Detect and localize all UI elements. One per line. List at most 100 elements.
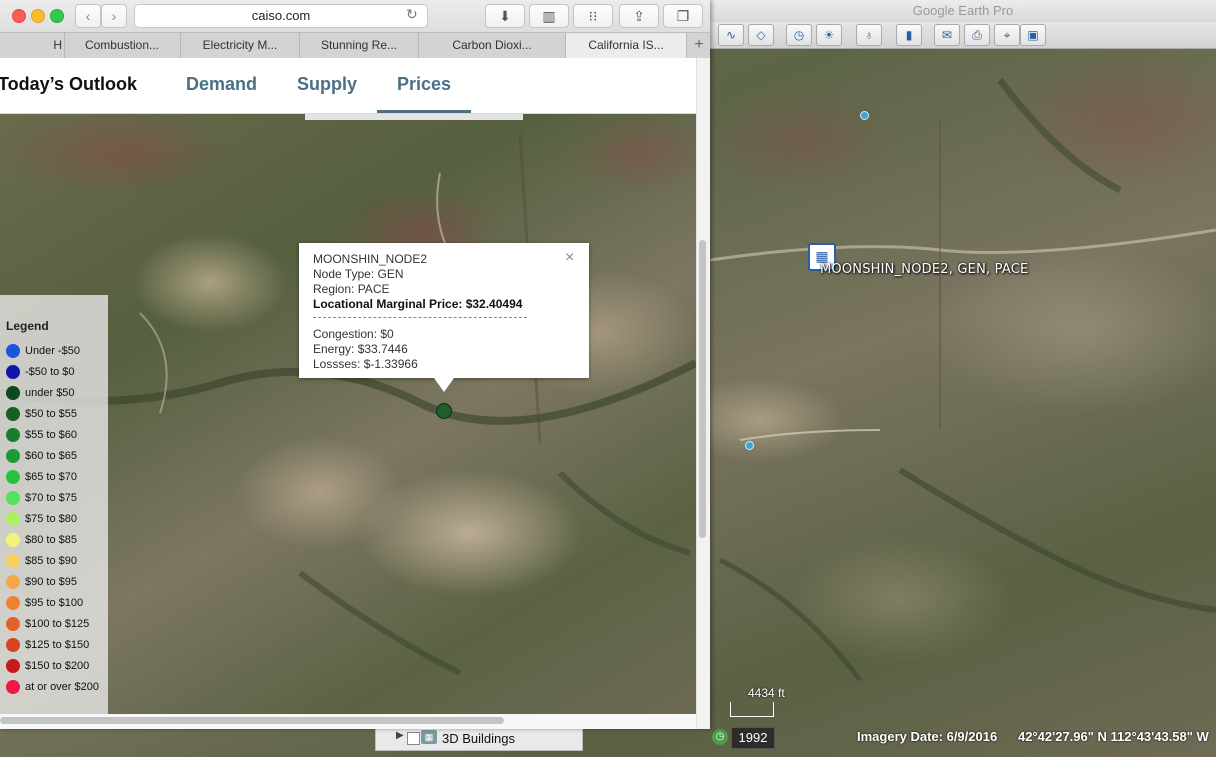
tab[interactable]: Stunning Re... xyxy=(300,33,419,58)
legend-label: at or over $200 xyxy=(25,681,99,693)
legend-label: $85 to $90 xyxy=(25,555,77,567)
address-bar[interactable]: caiso.com xyxy=(134,4,428,28)
legend-swatch xyxy=(6,470,20,484)
maps-icon[interactable]: ⌖ xyxy=(994,24,1020,46)
price-map[interactable]: Legend Under -$50 -$50 to $0 under $50 $50 … xyxy=(0,113,696,729)
popup-node-type: Node Type: GEN xyxy=(313,267,404,281)
tab-label: Stunning Re... xyxy=(320,38,398,52)
tab-active[interactable]: California IS... xyxy=(566,33,687,58)
zoom-window-icon[interactable] xyxy=(50,9,64,23)
legend-swatch xyxy=(6,449,20,463)
legend-swatch xyxy=(6,428,20,442)
nav-supply[interactable]: Supply xyxy=(297,74,357,95)
legend-title: Legend xyxy=(6,319,49,333)
legend-swatch xyxy=(6,491,20,505)
scale-label: 4434 ft xyxy=(748,686,785,700)
node-marker[interactable] xyxy=(436,403,452,419)
popup-congestion: Congestion: $0 xyxy=(313,327,394,341)
legend-label: $55 to $60 xyxy=(25,429,77,441)
page-nav: Today’s Outlook Demand Supply Prices xyxy=(0,58,696,114)
legend-label: $90 to $95 xyxy=(25,576,77,588)
back-button[interactable]: ‹ xyxy=(75,4,101,28)
legend-swatch xyxy=(6,344,20,358)
legend-label: $125 to $150 xyxy=(25,639,90,651)
safari-toolbar: ‹ › caiso.com ↻ ⬇ ▥ ⁝⁝ ⇪ ❐ xyxy=(0,0,710,32)
legend-swatch xyxy=(6,680,20,694)
legend-swatch xyxy=(6,386,20,400)
downloads-icon[interactable]: ⬇ xyxy=(485,4,525,28)
legend-label: $70 to $75 xyxy=(25,492,77,504)
legend-label: Under -$50 xyxy=(25,345,81,357)
page-title: Today’s Outlook xyxy=(0,74,138,94)
legend-swatch xyxy=(6,554,20,568)
ruler-icon[interactable]: ▮ xyxy=(896,24,922,46)
sidebar-icon[interactable]: ▥ xyxy=(529,4,569,28)
active-nav-indicator xyxy=(377,110,471,113)
legend-label: under $50 xyxy=(25,387,75,399)
legend-label: $150 to $200 xyxy=(25,660,90,672)
polygon-icon[interactable]: ◇ xyxy=(748,24,774,46)
legend-label: $65 to $70 xyxy=(25,471,77,483)
historical-imagery-icon[interactable]: ◷ xyxy=(786,24,812,46)
legend-swatch xyxy=(6,533,20,547)
legend-swatch xyxy=(6,596,20,610)
tab[interactable]: Carbon Dioxi... xyxy=(419,33,566,58)
planets-icon[interactable]: ♁ xyxy=(856,24,882,46)
share-icon[interactable]: ⇪ xyxy=(619,4,659,28)
legend-label: $95 to $100 xyxy=(25,597,84,609)
tab-bar: H Combustion... Electricity M... Stunnin… xyxy=(0,32,710,59)
new-tab-button[interactable]: + xyxy=(688,33,710,58)
ge-placemark-dot[interactable] xyxy=(745,441,754,450)
tab-label: Combustion... xyxy=(84,38,160,52)
expand-arrow-icon[interactable]: ▶ xyxy=(396,730,404,741)
email-icon[interactable]: ✉ xyxy=(934,24,960,46)
print-icon[interactable]: ⎙ xyxy=(964,24,990,46)
legend-swatch xyxy=(6,617,20,631)
minimize-window-icon[interactable] xyxy=(31,9,45,23)
horizontal-scroll-thumb[interactable] xyxy=(0,717,504,724)
tab[interactable]: H xyxy=(0,33,65,58)
tab-label: Electricity M... xyxy=(202,38,278,52)
layers-checkbox[interactable] xyxy=(407,732,420,745)
legend-label: $60 to $65 xyxy=(25,450,77,462)
scale-bar xyxy=(730,702,774,717)
legend-label: $50 to $55 xyxy=(25,408,77,420)
imagery-date: Imagery Date: 6/9/2016 xyxy=(857,729,998,744)
path-icon[interactable]: ∿ xyxy=(718,24,744,46)
year-field[interactable]: 1992 xyxy=(731,727,775,749)
reload-icon[interactable]: ↻ xyxy=(406,6,418,23)
legend-swatch xyxy=(6,659,20,673)
top-sites-icon[interactable]: ⁝⁝ xyxy=(573,4,613,28)
vertical-scroll-thumb[interactable] xyxy=(699,240,706,538)
sun-icon[interactable]: ☀ xyxy=(816,24,842,46)
legend-swatch xyxy=(6,407,20,421)
tab-label: California IS... xyxy=(588,38,664,52)
nav-prices[interactable]: Prices xyxy=(397,74,451,95)
popup-lmp: Locational Marginal Price: $32.40494 xyxy=(313,297,523,311)
historical-clock-icon[interactable]: ◷ xyxy=(712,729,728,745)
forward-button[interactable]: › xyxy=(101,4,127,28)
legend-label: $80 to $85 xyxy=(25,534,77,546)
map-top-strip xyxy=(305,113,523,120)
close-window-icon[interactable] xyxy=(12,9,26,23)
close-icon[interactable]: × xyxy=(565,249,574,267)
web-page: Today’s Outlook Demand Supply Prices Leg… xyxy=(0,58,696,729)
layers-item-label[interactable]: 3D Buildings xyxy=(442,731,515,746)
tab-label: Carbon Dioxi... xyxy=(452,38,532,52)
google-earth-title: Google Earth Pro xyxy=(710,0,1216,23)
nav-demand[interactable]: Demand xyxy=(186,74,257,95)
tabs-overview-icon[interactable]: ❐ xyxy=(663,4,703,28)
popup-node-name: MOONSHIN_NODE2 xyxy=(313,252,428,266)
ge-placemark-label[interactable]: MOONSHIN_NODE2, GEN, PACE xyxy=(820,262,1028,277)
tab[interactable]: Electricity M... xyxy=(181,33,300,58)
coordinates: 42°42'27.96" N 112°43'43.58" W xyxy=(1018,729,1209,744)
safari-window: ‹ › caiso.com ↻ ⬇ ▥ ⁝⁝ ⇪ ❐ H Combustion.… xyxy=(0,0,710,729)
tab[interactable]: Combustion... xyxy=(64,33,181,58)
legend-label: -$50 to $0 xyxy=(25,366,75,378)
save-image-icon[interactable]: ▣ xyxy=(1020,24,1046,46)
ge-placemark-dot[interactable] xyxy=(860,111,869,120)
building-layer-icon: ▦ xyxy=(421,730,437,744)
popup-losses: Lossses: $-1.33966 xyxy=(313,357,418,371)
tab-label: H xyxy=(53,38,62,52)
legend-swatch xyxy=(6,638,20,652)
